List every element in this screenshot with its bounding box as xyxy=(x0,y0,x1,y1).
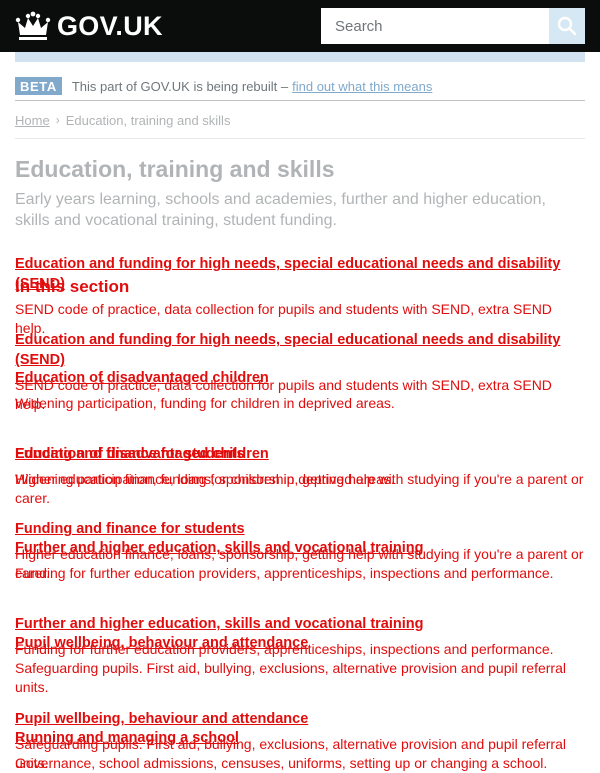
item-description: Funding for further education providers,… xyxy=(15,565,554,581)
item-link[interactable]: Education of disadvantaged children xyxy=(15,368,585,388)
item-link[interactable]: Pupil wellbeing, behaviour and attendanc… xyxy=(15,709,585,729)
item-link[interactable]: Further and higher education, skills and… xyxy=(15,614,585,634)
item-link[interactable]: Funding and finance for students xyxy=(15,444,585,464)
divider xyxy=(15,138,585,139)
item-link[interactable]: Further and higher education, skills and… xyxy=(15,538,585,558)
search-button[interactable] xyxy=(549,8,585,44)
beta-text: This part of GOV.UK is being rebuilt – xyxy=(71,78,289,94)
beta-banner: BETA This part of GOV.UK is being rebuil… xyxy=(15,72,585,101)
item-link[interactable]: Pupil wellbeing, behaviour and attendanc… xyxy=(15,633,585,653)
govuk-logo[interactable]: GOV.UK xyxy=(15,10,163,42)
crown-icon xyxy=(15,11,51,40)
search-icon xyxy=(557,16,577,36)
list-item: Running and managing a school Governance… xyxy=(15,728,585,773)
chevron-right-icon: › xyxy=(55,113,60,127)
item-link[interactable]: Funding and finance for students xyxy=(15,519,585,539)
item-description: Higher education finance, loans, sponsor… xyxy=(15,471,584,506)
item-description: Widening participation, funding for chil… xyxy=(15,395,395,411)
page-title: Education, training and skills xyxy=(15,156,335,182)
site-header: GOV.UK xyxy=(0,0,600,52)
list-item: Funding and finance for students Higher … xyxy=(15,444,585,508)
breadcrumb-home-link[interactable]: Home xyxy=(15,113,50,128)
beta-tag: BETA xyxy=(15,77,62,95)
breadcrumb-current: Education, training and skills xyxy=(65,112,231,128)
item-description: Governance, school admissions, censuses,… xyxy=(15,755,548,771)
breadcrumb: Home › Education, training and skills xyxy=(15,111,230,129)
search-input[interactable] xyxy=(321,8,549,44)
logo-text: GOV.UK xyxy=(57,10,163,41)
item-link[interactable]: Running and managing a school xyxy=(15,728,585,748)
list-item: Pupil wellbeing, behaviour and attendanc… xyxy=(15,633,585,697)
in-this-section-heading: In this section xyxy=(15,277,130,296)
item-link[interactable]: Education and funding for high needs, sp… xyxy=(15,330,585,370)
list-item: Education of disadvantaged children Wide… xyxy=(15,368,585,413)
item-description: Safeguarding pupils. First aid, bullying… xyxy=(15,660,566,695)
page-summary: Early years learning, schools and academ… xyxy=(15,191,546,229)
header-stripe xyxy=(15,52,585,62)
beta-feedback-link[interactable]: find out what this means xyxy=(292,79,432,94)
list-item: Further and higher education, skills and… xyxy=(15,538,585,583)
